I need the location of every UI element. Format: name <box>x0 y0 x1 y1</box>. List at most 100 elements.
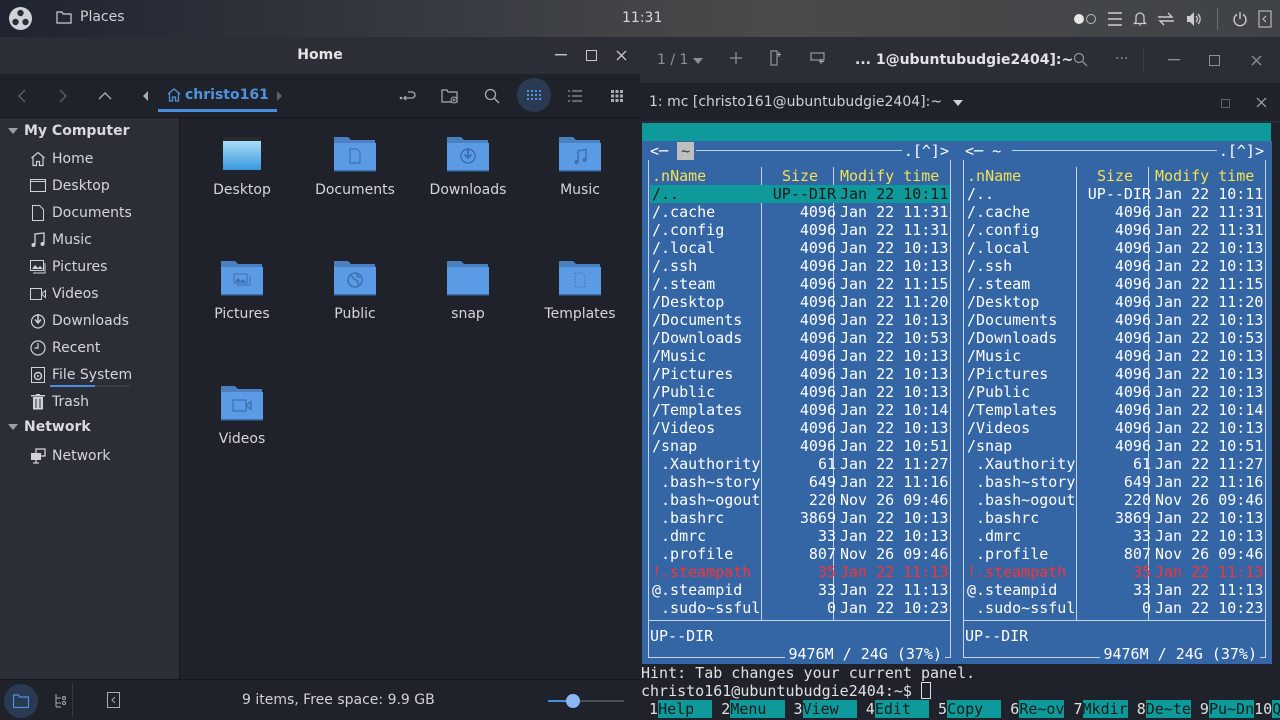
file-row[interactable]: /Videos 4096 Jan 22 10:13 <box>965 419 1265 437</box>
file-row[interactable]: /.cache 4096 Jan 22 11:31 <box>965 203 1265 221</box>
breadcrumb-home[interactable]: christo161 <box>158 80 277 112</box>
file-row[interactable]: /Pictures 4096 Jan 22 10:13 <box>650 365 950 383</box>
file-row[interactable]: /.. UP--DIR Jan 22 10:11 <box>965 185 1265 203</box>
file-row[interactable]: .bashrc 3869 Jan 22 10:13 <box>650 509 950 527</box>
file-row[interactable]: .dmrc 33 Jan 22 10:13 <box>965 527 1265 545</box>
places-pane-button[interactable] <box>4 684 38 718</box>
file-row[interactable]: .sudo~ssful 0 Jan 22 10:23 <box>965 599 1265 617</box>
file-row[interactable]: /.local 4096 Jan 22 10:13 <box>965 239 1265 257</box>
close-button[interactable] <box>1248 52 1264 68</box>
clock[interactable]: 11:31 <box>622 10 662 26</box>
sidebar-item-file-system[interactable]: File System <box>30 365 132 385</box>
sidebar-item-home[interactable]: Home <box>30 149 93 169</box>
sidebar-item-downloads[interactable]: Downloads <box>30 311 129 331</box>
file-row[interactable]: /.steam 4096 Jan 22 11:15 <box>650 275 950 293</box>
compact-view-button[interactable] <box>605 84 629 108</box>
file-row[interactable]: /Templates 4096 Jan 22 10:14 <box>965 401 1265 419</box>
header-size[interactable]: Size <box>764 167 836 185</box>
file-row[interactable]: .bash~story 649 Jan 22 11:16 <box>965 473 1265 491</box>
file-row[interactable]: !.steampath 35 Jan 22 11:13 <box>650 563 950 581</box>
file-row[interactable]: /.. UP--DIR Jan 22 10:11 <box>650 185 950 203</box>
file-row[interactable]: /.steam 4096 Jan 22 11:15 <box>965 275 1265 293</box>
left-panel[interactable]: <─ ~ .[^]> .n Name Size Modify time/.. UP--… <box>642 141 957 664</box>
file-row[interactable]: /.config 4096 Jan 22 11:31 <box>965 221 1265 239</box>
tree-pane-button[interactable] <box>54 693 68 713</box>
fkey-5[interactable]: 5 Copy <box>929 700 1002 718</box>
file-row[interactable]: /Public 4096 Jan 22 10:13 <box>650 383 950 401</box>
fkey-3[interactable]: 3 View <box>784 700 857 718</box>
file-item-public[interactable]: Public <box>300 258 410 322</box>
header-name[interactable]: .n Name <box>967 167 1077 185</box>
file-row[interactable]: /Desktop 4096 Jan 22 11:20 <box>965 293 1265 311</box>
back-button[interactable] <box>10 84 34 108</box>
file-item-templates[interactable]: Templates <box>525 258 635 322</box>
new-folder-icon[interactable] <box>438 84 462 108</box>
right-panel[interactable]: <─ ~ .[^]> .n Name Size Modify time/.. UP--… <box>957 141 1272 664</box>
split-horizontal-button[interactable] <box>810 52 826 68</box>
header-name[interactable]: .n Name <box>652 167 762 185</box>
fkey-2[interactable]: 2 Menu <box>712 700 785 718</box>
file-row[interactable]: .profile 807 Nov 26 09:46 <box>965 545 1265 563</box>
close-button[interactable] <box>613 47 629 63</box>
breadcrumb-right-arrow[interactable] <box>267 84 291 108</box>
volume-icon[interactable] <box>1185 11 1203 27</box>
file-item-downloads[interactable]: Downloads <box>413 134 523 198</box>
file-item-documents[interactable]: Documents <box>300 134 410 198</box>
file-row[interactable]: /.cache 4096 Jan 22 11:31 <box>650 203 950 221</box>
file-item-desktop[interactable]: Desktop <box>187 134 297 198</box>
fkey-10[interactable]: 10Quit <box>1254 700 1280 718</box>
forward-button[interactable] <box>51 84 75 108</box>
file-row[interactable]: @.steampid 33 Jan 22 11:13 <box>650 581 950 599</box>
sidebar-item-trash[interactable]: Trash <box>30 392 89 412</box>
search-button[interactable] <box>1073 52 1088 71</box>
close-session-button[interactable] <box>1256 96 1267 112</box>
new-tab-button[interactable] <box>729 51 743 69</box>
sidebar-toggle-icon[interactable] <box>1258 10 1272 28</box>
file-manager-titlebar[interactable]: Home <box>0 37 640 74</box>
file-row[interactable]: /Templates 4096 Jan 22 10:14 <box>650 401 950 419</box>
file-row[interactable]: .bashrc 3869 Jan 22 10:13 <box>965 509 1265 527</box>
file-item-pictures[interactable]: Pictures <box>187 258 297 322</box>
fkey-4[interactable]: 4 Edit <box>856 700 929 718</box>
file-row[interactable]: .sudo~ssful 0 Jan 22 10:23 <box>650 599 950 617</box>
file-row[interactable]: /Videos 4096 Jan 22 10:13 <box>650 419 950 437</box>
file-item-videos[interactable]: Videos <box>187 383 297 447</box>
file-row[interactable]: .bash~story 649 Jan 22 11:16 <box>650 473 950 491</box>
fkey-8[interactable]: 8 De~te <box>1127 700 1191 718</box>
menu-icon[interactable] <box>1107 12 1123 26</box>
zoom-slider-handle[interactable] <box>566 694 581 708</box>
file-item-music[interactable]: Music <box>525 134 635 198</box>
sidebar-item-pictures[interactable]: Pictures <box>30 257 107 277</box>
tab-counter[interactable]: 1 / 1 <box>657 52 703 68</box>
budgie-menu-icon[interactable] <box>8 6 33 31</box>
zoom-slider[interactable] <box>548 693 624 709</box>
network-icon[interactable] <box>1157 12 1175 26</box>
file-row[interactable]: @.steampid 33 Jan 22 11:13 <box>965 581 1265 599</box>
file-row[interactable]: .Xauthority 61 Jan 22 11:27 <box>650 455 950 473</box>
session-tab[interactable]: 1: mc [christo161@ubuntubudgie2404]:~ <box>649 94 963 110</box>
file-item-snap[interactable]: snap <box>413 258 523 322</box>
sidebar-item-network[interactable]: Network <box>30 446 110 466</box>
file-row[interactable]: .Xauthority 61 Jan 22 11:27 <box>965 455 1265 473</box>
minimize-button[interactable] <box>553 47 569 63</box>
section-network[interactable]: Network <box>8 419 91 435</box>
header-size[interactable]: Size <box>1079 167 1151 185</box>
file-row[interactable]: .profile 807 Nov 26 09:46 <box>650 545 950 563</box>
maximize-button[interactable] <box>1206 52 1222 68</box>
sidebar-item-recent[interactable]: Recent <box>30 338 100 358</box>
breadcrumb-left-arrow[interactable] <box>134 84 158 108</box>
icon-view-button[interactable] <box>517 78 551 112</box>
hide-sidebar-button[interactable] <box>107 692 121 712</box>
file-row[interactable]: /Documents 4096 Jan 22 10:13 <box>650 311 950 329</box>
file-row[interactable]: /Music 4096 Jan 22 10:13 <box>965 347 1265 365</box>
fkey-9[interactable]: 9 Pu~Dn <box>1190 700 1255 718</box>
fkey-7[interactable]: 7 Mkdir <box>1064 700 1128 718</box>
fkey-6[interactable]: 6 Re~ov <box>1001 700 1065 718</box>
more-options-button[interactable]: ··· <box>1115 51 1128 67</box>
file-row[interactable]: .bash~ogout 220 Nov 26 09:46 <box>965 491 1265 509</box>
search-icon[interactable] <box>480 84 504 108</box>
panel-corner-controls[interactable]: .[^]> <box>901 142 951 160</box>
location-toggle-icon[interactable] <box>396 84 420 108</box>
sidebar-item-videos[interactable]: Videos <box>30 284 99 304</box>
fkey-1[interactable]: 1 Help <box>640 700 713 718</box>
